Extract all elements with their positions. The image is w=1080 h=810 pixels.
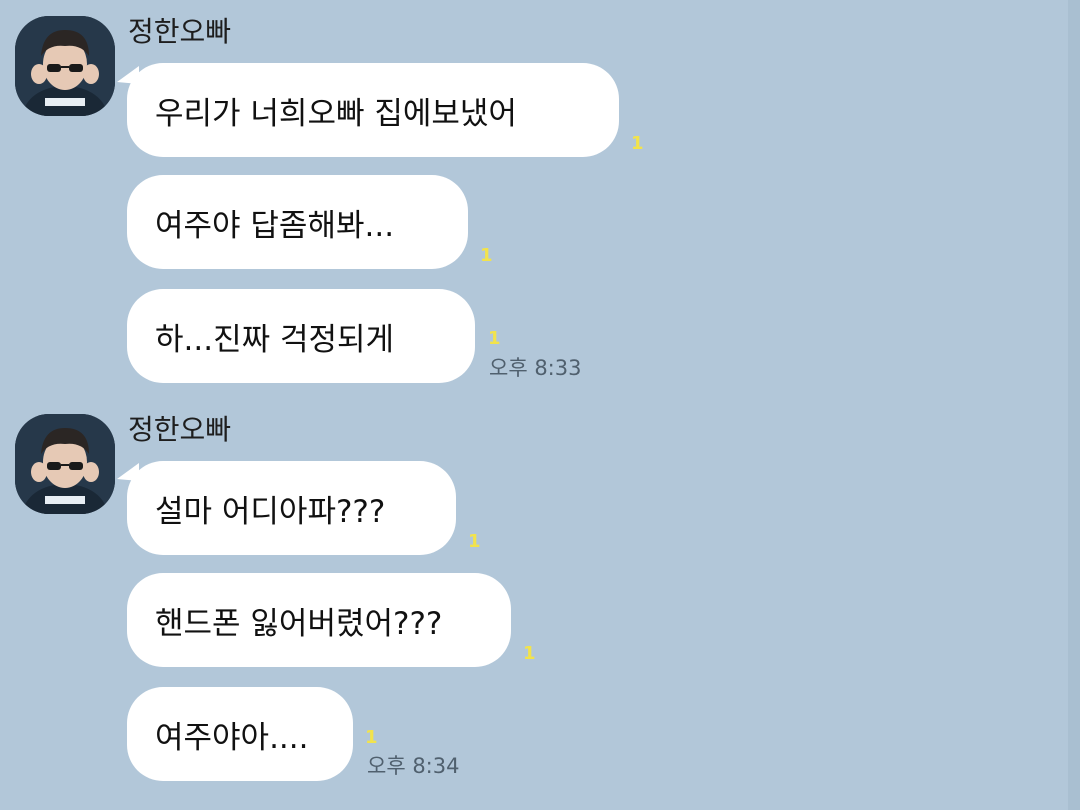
scrollbar[interactable] [1068,0,1080,810]
message-bubble[interactable]: 핸드폰 잃어버렸어??? [127,573,511,667]
message-bubble[interactable]: 우리가 너희오빠 집에보냈어 [127,63,619,157]
message-timestamp: 오후 8:34 [367,754,460,778]
unread-count: 1 [488,328,501,349]
profile-photo-icon [15,414,115,514]
message-bubble[interactable]: 여주야 답좀해봐... [127,175,468,269]
sender-name: 정한오빠 [128,15,232,48]
message-text: 핸드폰 잃어버렸어??? [155,605,443,642]
sender-name: 정한오빠 [128,413,232,446]
message-text: 우리가 너희오빠 집에보냈어 [155,95,517,132]
unread-count: 1 [631,133,644,154]
profile-photo-icon [15,16,115,116]
message-timestamp: 오후 8:33 [489,356,582,380]
unread-count: 1 [365,727,378,748]
unread-count: 1 [468,531,481,552]
message-text: 하...진짜 걱정되게 [155,321,395,358]
avatar[interactable] [15,16,115,116]
unread-count: 1 [480,245,493,266]
message-bubble[interactable]: 여주야아.... [127,687,353,781]
message-text: 여주야아.... [155,719,309,756]
message-text: 설마 어디아파??? [155,493,386,530]
unread-count: 1 [523,643,536,664]
message-bubble[interactable]: 설마 어디아파??? [127,461,456,555]
avatar[interactable] [15,414,115,514]
message-bubble[interactable]: 하...진짜 걱정되게 [127,289,475,383]
message-text: 여주야 답좀해봐... [155,207,395,244]
